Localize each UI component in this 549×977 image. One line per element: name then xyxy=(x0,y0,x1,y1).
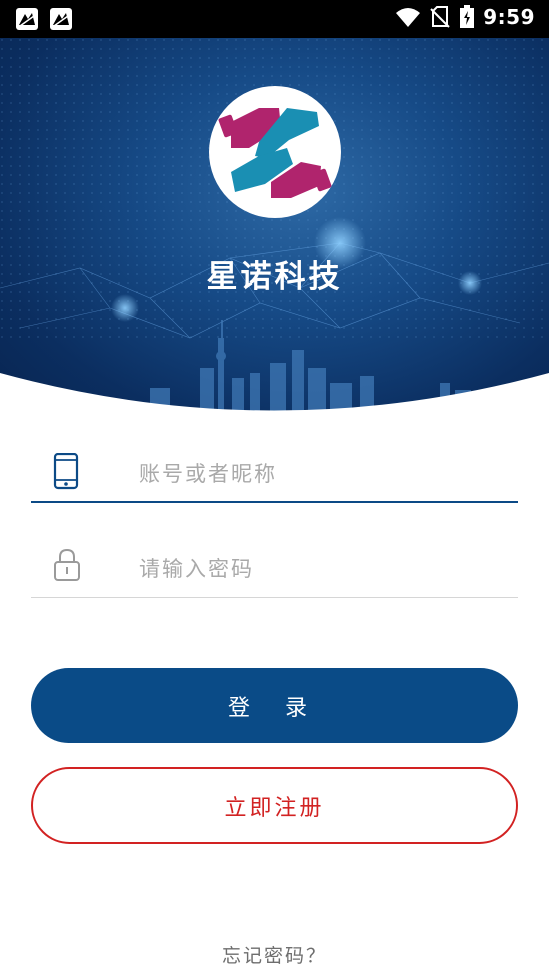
register-button[interactable]: 立即注册 xyxy=(31,767,518,844)
hero-banner: 星诺科技 xyxy=(0,38,549,418)
wifi-icon xyxy=(396,8,421,27)
account-input[interactable] xyxy=(139,459,509,489)
lock-icon xyxy=(53,548,81,586)
password-field xyxy=(31,540,518,598)
notification-icon xyxy=(16,8,38,30)
phone-icon xyxy=(53,452,79,495)
password-underline xyxy=(31,597,518,598)
status-bar: 9:59 xyxy=(0,0,549,38)
status-time: 9:59 xyxy=(483,5,535,29)
account-field xyxy=(31,445,518,503)
account-underline xyxy=(31,501,518,503)
battery-charging-icon xyxy=(460,5,475,28)
notification-icon xyxy=(50,8,72,30)
no-sim-icon xyxy=(430,6,450,28)
login-button[interactable]: 登 录 xyxy=(31,668,518,743)
brand-name: 星诺科技 xyxy=(206,259,343,295)
password-input[interactable] xyxy=(139,554,509,584)
brand-logo xyxy=(209,86,341,218)
forgot-password-link[interactable]: 忘记密码？ xyxy=(0,941,549,968)
